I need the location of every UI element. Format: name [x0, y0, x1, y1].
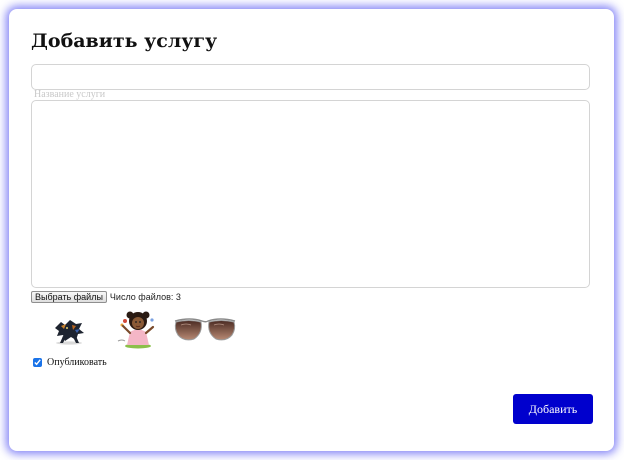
add-submit-button[interactable]: Добавить: [513, 394, 593, 424]
page-title: Добавить услугу: [31, 30, 218, 52]
choose-files-button[interactable]: Выбрать файлы: [31, 291, 107, 303]
publish-label: Опубликовать: [47, 357, 107, 368]
publish-option[interactable]: Опубликовать: [33, 357, 107, 368]
service-description-textarea[interactable]: [31, 100, 590, 288]
file-input-row: Выбрать файлы Число файлов: 3: [31, 291, 181, 303]
publish-checkbox[interactable]: [33, 358, 42, 367]
dark-creature-figure-image: [55, 320, 84, 345]
file-count-text: Число файлов: 3: [109, 292, 181, 302]
page-background: Добавить услугу Название услуги Выбрать …: [0, 0, 624, 460]
cartoon-girl-with-flowers-image: [117, 311, 155, 349]
aviator-sunglasses-image: [174, 318, 236, 341]
service-name-label: Название услуги: [34, 89, 106, 100]
service-name-input[interactable]: [31, 64, 590, 90]
